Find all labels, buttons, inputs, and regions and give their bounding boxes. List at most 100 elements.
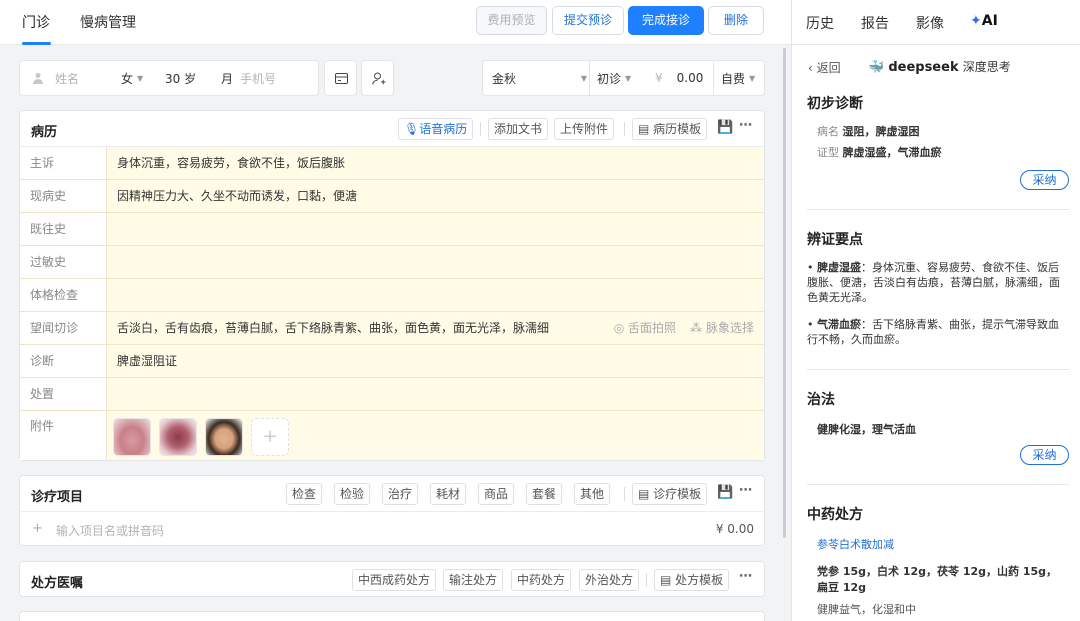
pay-type-select[interactable]: 自费 ▼: [721, 61, 755, 95]
chip-herbal-rx[interactable]: 中药处方: [511, 569, 572, 591]
tab-report[interactable]: 报告: [861, 13, 889, 33]
deepseek-brand: deepseek: [888, 60, 959, 75]
pulse-select-label: 脉象选择: [705, 321, 754, 335]
divider: [589, 61, 590, 95]
adopt-therapy-button[interactable]: 采纳: [1020, 445, 1069, 465]
id-card-button[interactable]: [324, 60, 357, 96]
diagnosis-field[interactable]: 脾虚湿阻证: [107, 345, 764, 377]
record-template-label: 病历模板: [653, 122, 702, 136]
gender-select[interactable]: 女 ▼: [121, 61, 143, 95]
chip-consumables[interactable]: 耗材: [430, 483, 467, 505]
more-icon[interactable]: ⋯: [739, 569, 752, 584]
person-icon: [32, 61, 44, 95]
divider: [624, 487, 625, 501]
allergy-field[interactable]: [107, 246, 764, 278]
past-history-field[interactable]: [107, 213, 764, 245]
doctor-select[interactable]: 金秋 ▼: [492, 61, 587, 95]
record-template-button[interactable]: ▤ 病历模板: [632, 118, 708, 140]
visit-type-select[interactable]: 初诊 ▼: [597, 61, 631, 95]
physical-exam-field[interactable]: [107, 279, 764, 311]
delete-button[interactable]: 删除: [708, 6, 764, 35]
chip-western-patent-rx[interactable]: 中西成药处方: [352, 569, 437, 591]
tcm-exam-field[interactable]: 舌淡白，舌有齿痕，苔薄白腻，舌下络脉青紫、曲张，面色黄，面无光泽，脉濡细 ◎ 舌…: [107, 312, 764, 344]
chip-infusion-rx[interactable]: 输注处方: [443, 569, 504, 591]
attachment-image-mouth[interactable]: [159, 418, 197, 456]
chip-lab[interactable]: 检验: [334, 483, 371, 505]
plus-icon: +: [32, 521, 43, 536]
ai-tab-label: AI: [981, 13, 998, 29]
phone-input[interactable]: 手机号: [240, 61, 276, 95]
more-icon[interactable]: ⋯: [739, 118, 752, 133]
caret-down-icon: ▼: [625, 73, 632, 83]
add-document-button[interactable]: 添加文书: [488, 118, 549, 140]
tab-ai[interactable]: ✦AI: [970, 13, 998, 29]
chip-goods[interactable]: 商品: [478, 483, 515, 505]
tab-imaging[interactable]: 影像: [916, 13, 944, 33]
row-label: 诊断: [20, 345, 107, 377]
pulse-select-button[interactable]: ⁂ 脉象选择: [690, 312, 754, 344]
formula-effect: 健脾益气，化湿和中: [817, 603, 916, 616]
upload-attachment-button[interactable]: 上传附件: [554, 118, 615, 140]
rx-template-button[interactable]: ▤ 处方模板: [654, 569, 730, 591]
back-button[interactable]: ‹ 返回: [808, 59, 841, 76]
divider: [713, 61, 714, 95]
template-icon: ▤: [660, 573, 676, 587]
age-input[interactable]: 30 岁: [165, 61, 196, 95]
chevron-left-icon: ‹: [808, 61, 817, 75]
chip-other[interactable]: 其他: [574, 483, 611, 505]
tab-history[interactable]: 历史: [806, 13, 834, 33]
pay-type-value: 自费: [721, 71, 746, 86]
fee-input[interactable]: ¥0.00: [655, 61, 703, 95]
patient-info-bar: 姓名 女 ▼ 30 岁 月 手机号: [19, 60, 319, 96]
name-input[interactable]: 姓名: [55, 61, 79, 95]
complete-visit-button[interactable]: 完成接诊: [628, 6, 704, 35]
save-icon[interactable]: 💾: [717, 485, 733, 500]
caret-down-icon: ▼: [137, 73, 144, 83]
voice-record-button[interactable]: 🎙语音病历: [398, 118, 474, 140]
tab-outpatient[interactable]: 门诊: [22, 12, 50, 32]
add-attachment-icon[interactable]: +: [251, 418, 289, 456]
right-tabs: 历史 报告 影像 ✦AI: [792, 0, 1080, 45]
present-illness-field[interactable]: 因精神压力大、久坐不动而诱发，口黏，便溏: [107, 180, 764, 212]
treatment-item-input[interactable]: 输入项目名或拼音码: [56, 522, 164, 539]
record-row-attachments: 附件 +: [20, 411, 764, 460]
chip-exam[interactable]: 检查: [286, 483, 323, 505]
doctor-value: 金秋: [492, 71, 517, 86]
sparkle-icon: ✦: [970, 13, 982, 29]
rx-template-label: 处方模板: [675, 573, 724, 587]
right-panel: 历史 报告 影像 ✦AI ‹ 返回 🐳 deepseek 深度思考 初步诊断 病…: [791, 0, 1080, 621]
submit-pre-diagnosis-button[interactable]: 提交预诊: [552, 6, 624, 35]
medical-record-card: 病历 🎙语音病历 添加文书 上传附件 ▤ 病历模板 💾 ⋯ 主诉 身体沉重，容易…: [19, 110, 765, 461]
pulse-icon: ⁂: [690, 321, 706, 335]
adopt-diagnosis-button[interactable]: 采纳: [1020, 170, 1069, 190]
visit-type-value: 初诊: [597, 71, 622, 86]
chip-package[interactable]: 套餐: [526, 483, 563, 505]
tcm-exam-value: 舌淡白，舌有齿痕，苔薄白腻，舌下络脉青紫、曲张，面色黄，面无光泽，脉濡细: [117, 321, 550, 335]
treatment-items-card: 诊疗项目 检查 检验 治疗 耗材 商品 套餐 其他 ▤ 诊疗模板 💾 ⋯ + 输…: [19, 475, 765, 546]
tongue-photo-button[interactable]: ◎ 舌面拍照: [614, 312, 676, 344]
chip-external-rx[interactable]: 外治处方: [579, 569, 640, 591]
back-label: 返回: [816, 61, 841, 75]
chip-treatment[interactable]: 治疗: [382, 483, 419, 505]
add-patient-button[interactable]: [361, 60, 394, 96]
treatment-items-header: 诊疗项目 检查 检验 治疗 耗材 商品 套餐 其他 ▤ 诊疗模板 💾 ⋯: [20, 476, 764, 512]
scrollbar[interactable]: [783, 48, 786, 538]
record-row-past-history: 既往史: [20, 213, 764, 246]
save-icon[interactable]: 💾: [717, 120, 733, 135]
tab-chronic-disease[interactable]: 慢病管理: [80, 12, 136, 32]
treatment-template-button[interactable]: ▤ 诊疗模板: [632, 483, 708, 505]
more-icon[interactable]: ⋯: [739, 483, 752, 498]
treatment-template-label: 诊疗模板: [653, 487, 702, 501]
formula-name[interactable]: 参苓白术散加减: [817, 536, 894, 552]
disposition-field[interactable]: [107, 378, 764, 410]
month-input[interactable]: 月: [221, 61, 233, 95]
fee-preview-button[interactable]: 费用预览: [476, 6, 547, 35]
row-label: 望闻切诊: [20, 312, 107, 344]
caret-down-icon: ▼: [580, 73, 587, 83]
record-row-chief-complaint: 主诉 身体沉重，容易疲劳，食欲不佳，饭后腹胀: [20, 147, 764, 180]
attachment-image-face[interactable]: [205, 418, 243, 456]
attachment-image-tongue[interactable]: [113, 418, 151, 456]
chief-complaint-field[interactable]: 身体沉重，容易疲劳，食欲不佳，饭后腹胀: [107, 147, 764, 179]
disease-line: 病名 湿阻，脾虚湿困: [817, 123, 920, 139]
ai-model-header: 🐳 deepseek 深度思考: [868, 58, 1011, 75]
